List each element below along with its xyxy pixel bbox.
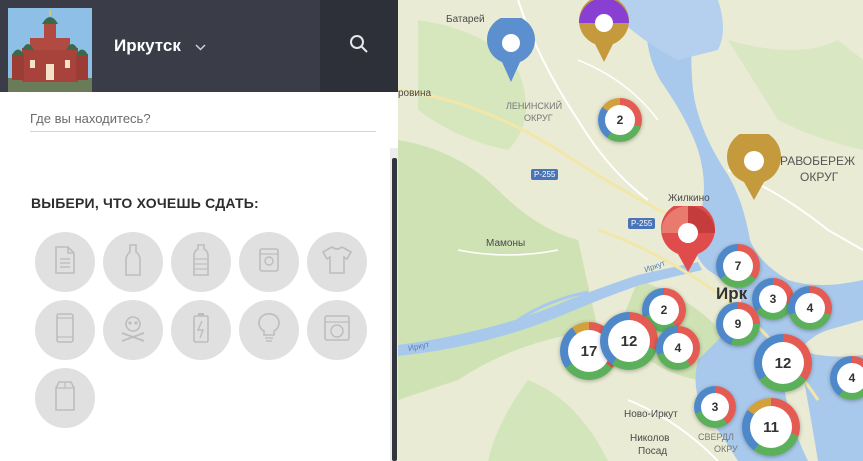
search-icon	[349, 34, 369, 59]
cluster-count: 2	[649, 295, 679, 325]
road-badge-r255-a: Р-255	[531, 169, 559, 180]
sidebar-panel: Иркутск ВЫБЕРИ, ЧТО ХОЧЕШЬ СДАТЬ:	[0, 0, 398, 461]
category-plastic-button[interactable]	[171, 232, 231, 292]
cluster-count: 9	[723, 309, 753, 339]
cluster-marker[interactable]: 4	[788, 286, 832, 330]
map-label-okrug1: ОКРУГ	[524, 113, 553, 123]
category-can-button[interactable]	[239, 232, 299, 292]
hazardous-icon	[118, 313, 148, 348]
cathedral-logo-icon[interactable]	[8, 8, 92, 92]
category-appliance-button[interactable]	[307, 300, 367, 360]
cluster-marker[interactable]: 12	[600, 312, 658, 370]
category-hazardous-button[interactable]	[103, 300, 163, 360]
cluster-marker[interactable]: 4	[656, 326, 700, 370]
city-name: Иркутск	[114, 36, 181, 55]
map-pin-gold[interactable]	[726, 129, 782, 207]
location-input[interactable]	[30, 106, 376, 132]
map-label-sverdl: СВЕРДЛ	[698, 432, 734, 442]
cluster-count: 3	[701, 393, 729, 421]
map-label-nikolov: Николов	[630, 433, 670, 444]
category-glass-button[interactable]	[103, 232, 163, 292]
cluster-marker[interactable]: 3	[752, 278, 794, 320]
header-bar: Иркутск	[0, 0, 398, 92]
cluster-count: 2	[605, 105, 635, 135]
glass-bottle-icon	[123, 243, 143, 282]
map-view[interactable]: Батарей ровина ЛЕНИНСКИЙ ОКРУГ РАВОБЕРЕЖ…	[398, 0, 863, 461]
map-label-leninsky: ЛЕНИНСКИЙ	[506, 101, 563, 111]
lightbulb-icon	[257, 312, 281, 349]
search-button[interactable]	[320, 0, 398, 92]
cluster-count: 7	[723, 251, 753, 281]
sidebar-scrollbar-thumb[interactable]	[392, 158, 397, 461]
cluster-count: 4	[663, 333, 693, 363]
map-pin-red[interactable]	[660, 201, 716, 279]
map-label-pravoberezhny: РАВОБЕРЕЖ	[780, 154, 856, 168]
map-base	[398, 0, 863, 461]
map-label-novo-irkutsky: Ново-Иркут	[624, 409, 678, 420]
cluster-count: 12	[608, 320, 650, 362]
cluster-marker[interactable]: 3	[694, 386, 736, 428]
map-pin-purple-gold[interactable]	[578, 0, 630, 69]
section-title: ВЫБЕРИ, ЧТО ХОЧЕШЬ СДАТЬ:	[31, 195, 259, 211]
city-selector[interactable]: Иркутск	[92, 0, 320, 92]
cluster-marker[interactable]: 11	[742, 398, 800, 456]
category-paper-button[interactable]	[35, 232, 95, 292]
paper-icon	[53, 245, 77, 280]
cluster-marker[interactable]: 7	[716, 244, 760, 288]
categories-section: ВЫБЕРИ, ЧТО ХОЧЕШЬ СДАТЬ:	[0, 148, 390, 461]
chevron-down-icon	[195, 36, 206, 56]
map-pin-blue[interactable]	[486, 15, 536, 89]
category-battery-button[interactable]	[171, 300, 231, 360]
cluster-marker[interactable]: 2	[598, 98, 642, 142]
cluster-count: 12	[762, 342, 804, 384]
appliance-icon	[323, 314, 351, 347]
battery-icon	[191, 312, 211, 349]
plastic-bottle-icon	[191, 243, 211, 282]
category-clothes-button[interactable]	[307, 232, 367, 292]
phone-icon	[55, 312, 75, 349]
cluster-count: 11	[750, 406, 792, 448]
road-badge-r255-b: Р-255	[628, 218, 656, 229]
map-label-olkhovina: ровина	[398, 88, 432, 99]
tetrapak-icon	[54, 380, 76, 417]
cluster-marker[interactable]: 9	[716, 302, 760, 346]
cluster-marker[interactable]: 12	[754, 334, 812, 392]
clothes-icon	[321, 245, 353, 280]
cluster-count: 3	[759, 285, 787, 313]
map-label-batareynaya: Батарей	[446, 14, 485, 25]
map-label-okrug2: ОКРУГ	[800, 170, 839, 184]
cluster-count: 4	[795, 293, 825, 323]
category-phone-button[interactable]	[35, 300, 95, 360]
map-label-okr3: ОКРУ	[714, 444, 738, 454]
map-label-mamony: Мамоны	[486, 238, 526, 249]
cluster-count: 4	[837, 363, 863, 393]
category-tetrapak-button[interactable]	[35, 368, 95, 428]
metal-can-icon	[257, 246, 281, 279]
map-label-zhilkino: Жилкино	[668, 193, 710, 204]
map-label-posad: Посад	[638, 446, 668, 457]
location-bar	[0, 92, 398, 148]
category-lightbulb-button[interactable]	[239, 300, 299, 360]
